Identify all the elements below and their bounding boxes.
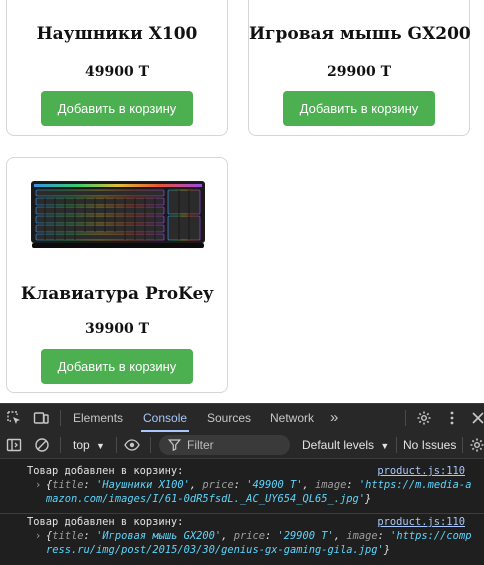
product-title: Наушники X100 xyxy=(36,24,198,44)
tab-elements[interactable]: Elements xyxy=(73,404,123,432)
toolbar-divider xyxy=(60,410,61,426)
inspect-element-icon[interactable] xyxy=(6,410,22,426)
log-source-link[interactable]: product.js:110 xyxy=(377,464,465,478)
filter-placeholder: Filter xyxy=(187,438,214,452)
expand-caret-icon[interactable]: › xyxy=(35,478,41,492)
log-object-title: 'Наушники X100' xyxy=(96,479,190,491)
product-card: Клавиатура ProKey 39900 Т Добавить в кор… xyxy=(6,157,228,393)
more-options-icon[interactable] xyxy=(444,410,460,426)
context-label: top xyxy=(73,438,90,452)
product-image-keyboard xyxy=(31,181,205,248)
device-toolbar-icon[interactable] xyxy=(33,410,49,426)
product-price: 49900 Т xyxy=(85,64,149,80)
toolbar-divider xyxy=(462,437,463,453)
console-log-entry: Товар добавлен в корзину: product.js:110… xyxy=(0,515,484,565)
context-selector[interactable]: top ▼ xyxy=(73,432,105,458)
log-object-price: '49900 Т' xyxy=(246,479,303,491)
devtools-panel: Elements Console Sources Network » top ▼… xyxy=(0,403,484,565)
sidebar-toggle-icon[interactable] xyxy=(6,437,22,453)
tab-console[interactable]: Console xyxy=(140,404,190,432)
issues-counter[interactable]: No Issues xyxy=(403,432,456,458)
product-price: 29900 Т xyxy=(327,64,391,80)
product-page: Наушники X100 49900 Т Добавить в корзину… xyxy=(0,0,484,403)
close-icon[interactable] xyxy=(470,410,484,426)
toolbar-divider xyxy=(116,437,117,453)
add-to-cart-button[interactable]: Добавить в корзину xyxy=(283,91,435,126)
expand-caret-icon[interactable]: › xyxy=(35,529,41,543)
toolbar-divider xyxy=(405,410,406,426)
product-card: Наушники X100 49900 Т Добавить в корзину xyxy=(6,0,228,136)
tab-sources[interactable]: Sources xyxy=(207,404,251,432)
log-levels-label: Default levels xyxy=(302,438,375,452)
filter-icon xyxy=(168,439,181,451)
log-levels-dropdown[interactable]: Default levels ▼ xyxy=(302,432,389,458)
clear-console-icon[interactable] xyxy=(34,437,50,453)
log-object[interactable]: {title: 'Игровая мышь GX200', price: '29… xyxy=(46,529,476,557)
product-title: Клавиатура ProKey xyxy=(20,284,214,304)
toolbar-divider xyxy=(396,437,397,453)
log-source-link[interactable]: product.js:110 xyxy=(377,515,465,529)
more-tabs-icon[interactable]: » xyxy=(330,404,338,432)
eye-icon[interactable] xyxy=(124,437,140,453)
log-object[interactable]: {title: 'Наушники X100', price: '49900 Т… xyxy=(46,478,476,506)
filter-input[interactable]: Filter xyxy=(159,435,290,455)
log-object-title: 'Игровая мышь GX200' xyxy=(96,530,222,542)
add-to-cart-button[interactable]: Добавить в корзину xyxy=(41,91,193,126)
tab-network[interactable]: Network xyxy=(270,404,314,432)
product-title: Игровая мышь GX200 xyxy=(249,24,471,44)
add-to-cart-button[interactable]: Добавить в корзину xyxy=(41,349,193,384)
console-toolbar: top ▼ Filter Default levels ▼ No Issues xyxy=(0,432,484,459)
log-message: Товар добавлен в корзину: xyxy=(27,516,184,528)
gear-icon[interactable] xyxy=(416,410,432,426)
toolbar-divider xyxy=(60,437,61,453)
console-settings-gear-icon[interactable] xyxy=(469,437,484,453)
devtools-tabbar: Elements Console Sources Network » xyxy=(0,404,484,433)
log-object-price: '29900 Т' xyxy=(277,530,334,542)
log-message: Товар добавлен в корзину: xyxy=(27,465,184,477)
product-price: 39900 Т xyxy=(85,321,149,337)
console-log-entry: Товар добавлен в корзину: product.js:110… xyxy=(0,464,484,514)
product-card: Игровая мышь GX200 29900 Т Добавить в ко… xyxy=(248,0,471,136)
chevron-down-icon: ▼ xyxy=(96,441,105,451)
toolbar-divider xyxy=(150,437,151,453)
chevron-down-icon: ▼ xyxy=(380,441,390,451)
